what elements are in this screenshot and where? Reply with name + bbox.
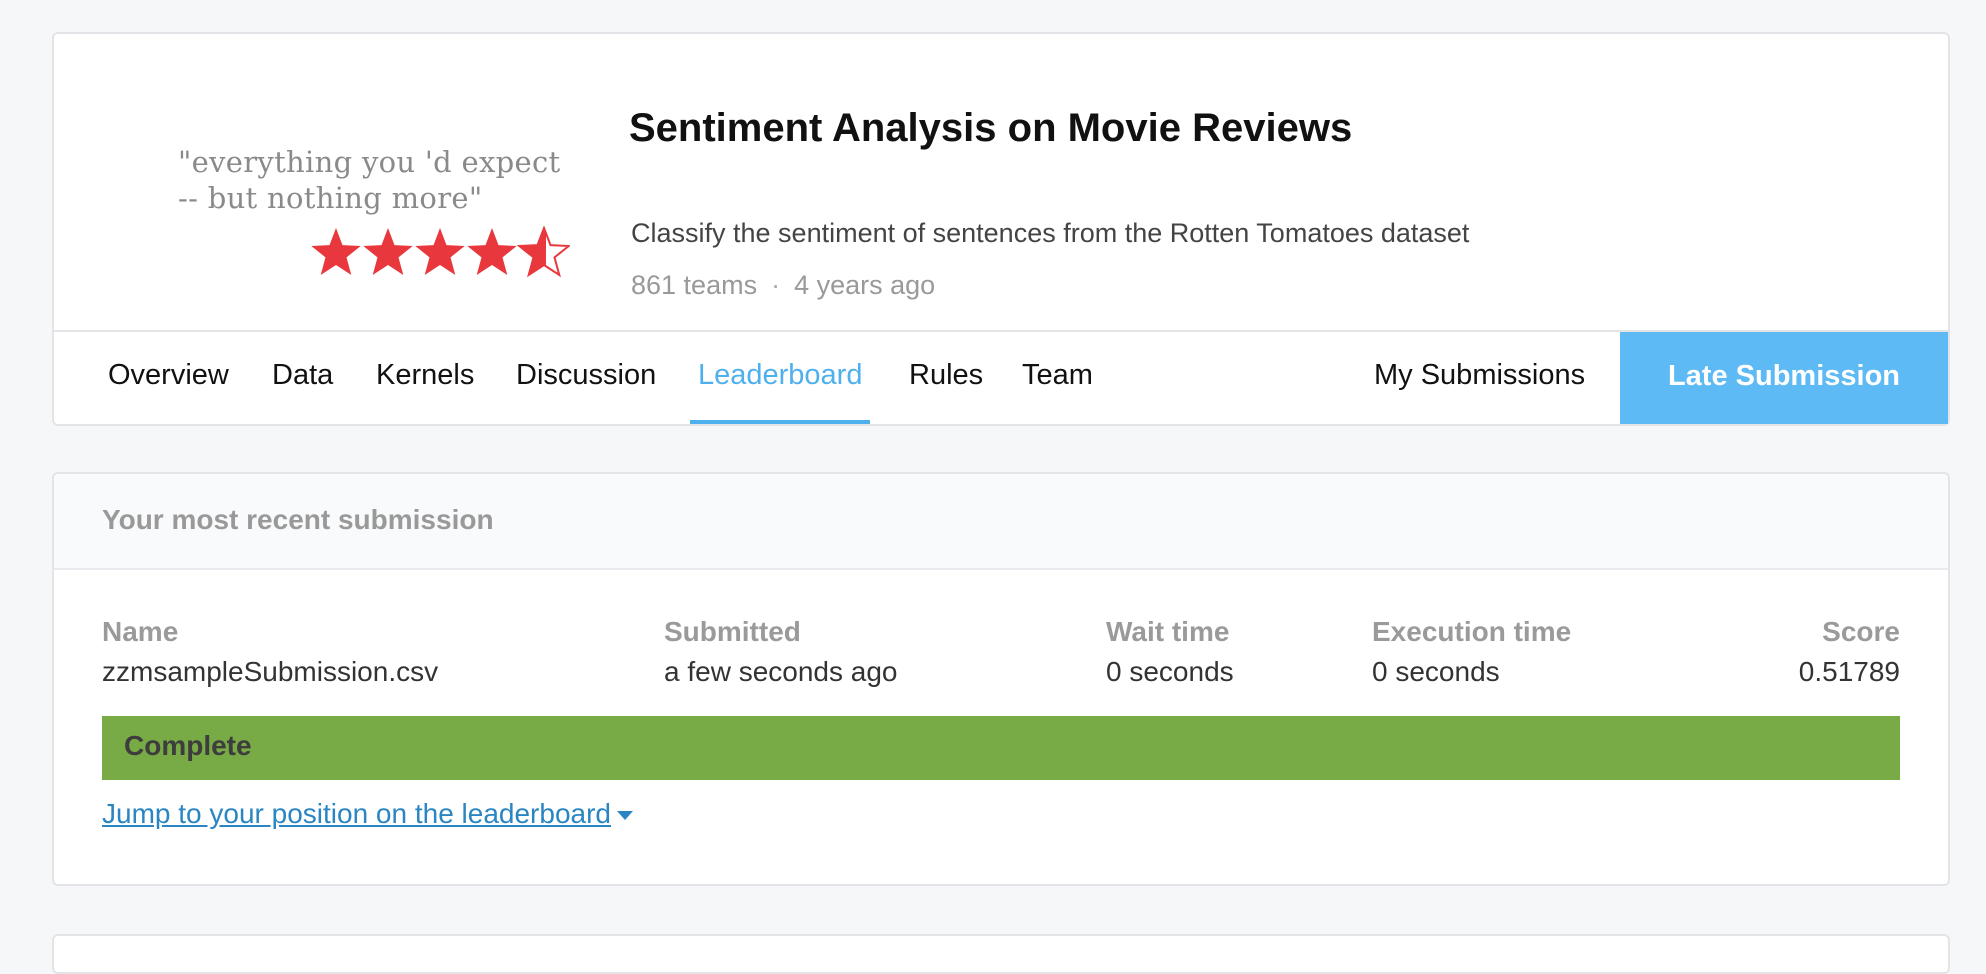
tab-data[interactable]: Data <box>272 332 333 424</box>
submission-filename: zzmsampleSubmission.csv <box>102 656 439 687</box>
status-bar: Complete <box>102 716 1900 780</box>
star-rating-icon <box>311 226 570 278</box>
caret-down-icon <box>617 811 633 821</box>
meta-separator: · <box>771 270 781 300</box>
thumbnail-quote-line-2: -- but nothing more" <box>178 181 483 215</box>
thumbnail-quote: "everything you 'd expect -- but nothing… <box>178 144 561 216</box>
execution-time-column: Execution time 0 seconds <box>1372 616 1571 688</box>
tab-leaderboard[interactable]: Leaderboard <box>690 332 871 424</box>
jump-link-label: Jump to your position on the leaderboard <box>102 798 611 829</box>
jump-to-leaderboard-link[interactable]: Jump to your position on the leaderboard <box>102 798 633 830</box>
team-count: 861 teams <box>631 270 758 300</box>
execution-time-header: Execution time <box>1372 616 1572 647</box>
next-section-card <box>52 934 1950 974</box>
star-full-icon <box>311 228 361 275</box>
submitted-header: Submitted <box>664 616 801 647</box>
competition-header-card: "everything you 'd expect -- but nothing… <box>52 32 1950 426</box>
score-column: Score 0.51789 <box>1799 616 1900 688</box>
tab-discussion[interactable]: Discussion <box>516 332 656 424</box>
competition-thumbnail: "everything you 'd expect -- but nothing… <box>124 114 584 294</box>
competition-age: 4 years ago <box>794 270 936 300</box>
competition-meta: 861 teams · 4 years ago <box>631 270 935 301</box>
thumbnail-quote-line-1: "everything you 'd expect <box>178 145 561 179</box>
star-full-icon <box>467 228 517 275</box>
status-badge: Complete <box>124 730 252 761</box>
recent-submission-card: Your most recent submission Name zzmsamp… <box>52 472 1950 886</box>
score-header: Score <box>1822 616 1900 647</box>
page-title: Sentiment Analysis on Movie Reviews <box>629 106 1353 150</box>
recent-submission-title: Your most recent submission <box>102 504 494 535</box>
execution-time-value: 0 seconds <box>1372 656 1500 687</box>
wait-time-value: 0 seconds <box>1106 656 1234 687</box>
wait-time-header: Wait time <box>1106 616 1230 647</box>
star-full-icon <box>363 228 413 275</box>
tab-team[interactable]: Team <box>1022 332 1093 424</box>
late-submission-button[interactable]: Late Submission <box>1620 332 1948 424</box>
submitted-value: a few seconds ago <box>664 656 898 687</box>
tab-overview[interactable]: Overview <box>108 332 229 424</box>
submission-name-column: Name zzmsampleSubmission.csv <box>102 616 438 688</box>
wait-time-column: Wait time 0 seconds <box>1106 616 1234 688</box>
tab-rules[interactable]: Rules <box>909 332 983 424</box>
recent-submission-header: Your most recent submission <box>54 474 1948 570</box>
competition-description: Classify the sentiment of sentences from… <box>631 218 1470 248</box>
my-submissions-link[interactable]: My Submissions <box>1374 332 1585 424</box>
tab-kernels[interactable]: Kernels <box>376 332 474 424</box>
name-header: Name <box>102 616 179 647</box>
star-full-icon <box>415 228 465 275</box>
score-value: 0.51789 <box>1798 656 1900 687</box>
submitted-column: Submitted a few seconds ago <box>664 616 898 688</box>
competition-nav: Overview Data Kernels Discussion Leaderb… <box>54 330 1948 426</box>
